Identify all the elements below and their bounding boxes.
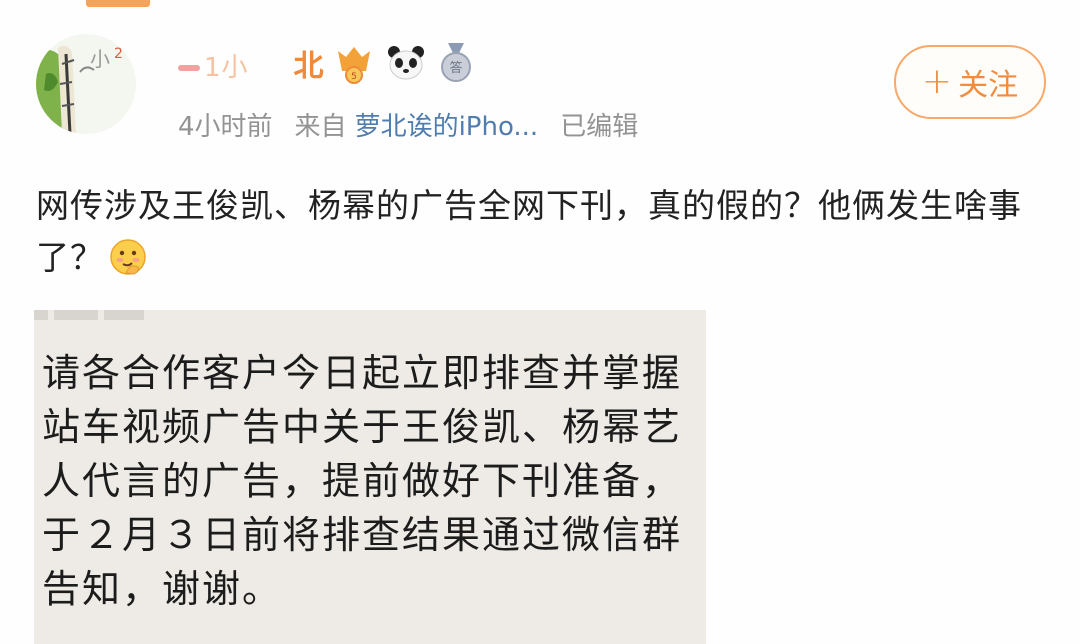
- panda-icon: [384, 41, 428, 85]
- post-text: 网传涉及王俊凯、杨幂的广告全网下刊，真的假的？他俩发生啥事了？: [36, 180, 1046, 292]
- post-time: 4小时前: [178, 112, 273, 142]
- post-meta: 4小时前 来自 萝北诶的iPho... 已编辑: [178, 106, 638, 143]
- username[interactable]: 1小 北: [178, 41, 324, 85]
- avatar[interactable]: 小 2: [36, 34, 136, 134]
- thinking-face-icon: [108, 237, 148, 292]
- post-image[interactable]: 请各合作客户今日起立即排查并掌握站车视频广告中关于王俊凯、杨幂艺人代言的广告，提…: [34, 310, 706, 644]
- svg-text:答: 答: [450, 60, 463, 76]
- top-accent-strip: [86, 0, 150, 7]
- vip-rank-icon[interactable]: 5: [332, 41, 376, 85]
- image-top-fragment: [34, 310, 144, 320]
- svg-text:5: 5: [352, 72, 358, 82]
- follow-button[interactable]: + 关注: [894, 45, 1046, 119]
- follow-label: 关注: [958, 68, 1019, 103]
- post-body: 网传涉及王俊凯、杨幂的广告全网下刊，真的假的？他俩发生啥事了？: [36, 186, 1022, 277]
- plus-icon: +: [921, 61, 953, 102]
- avatar-image: 小 2: [36, 34, 136, 134]
- medal-icon: 答: [436, 41, 476, 85]
- image-text: 请各合作客户今日起立即排查并掌握站车视频广告中关于王俊凯、杨幂艺人代言的广告，提…: [42, 351, 683, 611]
- user-name-row: 1小 北 5 答: [178, 38, 476, 88]
- edited-label[interactable]: 已编辑: [560, 106, 638, 143]
- source-link[interactable]: 萝北诶的iPho...: [355, 106, 539, 143]
- source-label: 来自: [294, 112, 347, 142]
- svg-text:2: 2: [114, 46, 123, 62]
- svg-text:小: 小: [90, 47, 110, 71]
